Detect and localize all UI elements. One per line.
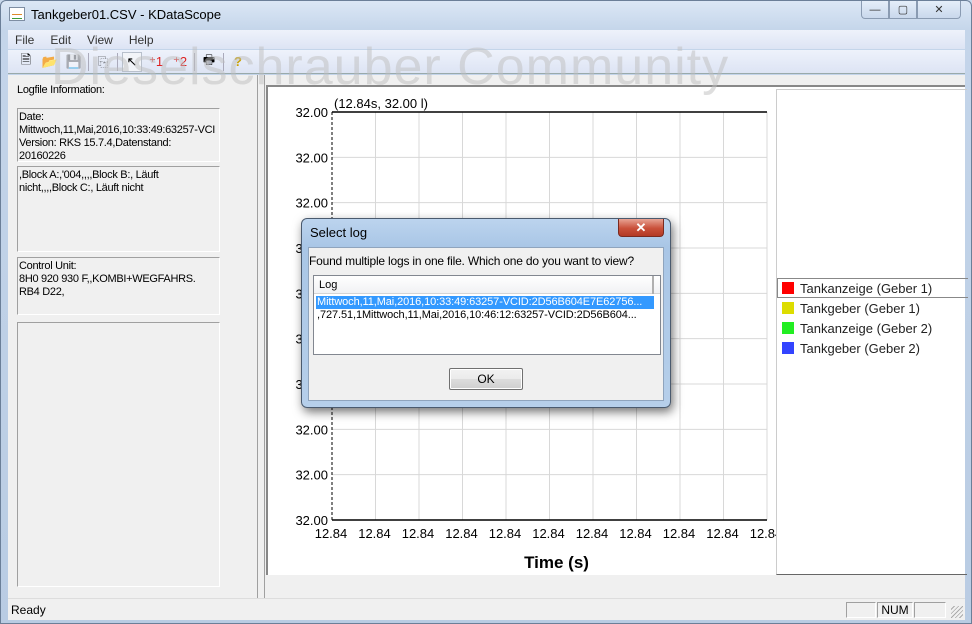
toolbar-separator — [117, 52, 118, 71]
cursor-1-icon: ⁺1 — [148, 53, 164, 69]
legend-swatch — [782, 342, 794, 354]
control-unit-box: Control Unit: 8H0 920 930 F,,KOMBI+WEGFA… — [17, 257, 220, 315]
new-icon: 🗎 — [20, 51, 32, 67]
open-icon: 📂 — [41, 53, 59, 69]
x-tick-label: 12.84 — [402, 526, 435, 541]
x-tick-label: 12.84 — [576, 526, 609, 541]
save-icon: 💾 — [65, 53, 83, 69]
maximize-button[interactable]: ▢ — [889, 1, 917, 19]
y-tick-label: 32.00 — [295, 150, 328, 165]
legend-swatch — [782, 322, 794, 334]
help-icon: ? — [234, 54, 242, 69]
toolbar-separator — [194, 52, 195, 71]
cursor-2-button[interactable]: ⁺2 — [170, 52, 190, 72]
blocks-info-box: ,Block A:,'004,,,,Block B:, Läuft nicht,… — [17, 166, 220, 252]
legend-swatch — [782, 282, 794, 294]
log-list-header: Log — [314, 276, 660, 294]
copy-icon: ⎘ — [97, 53, 109, 69]
x-tick-label: 12.84 — [358, 526, 391, 541]
panel-splitter[interactable] — [257, 75, 265, 598]
new-button[interactable]: 🗎 — [16, 52, 36, 72]
close-icon: ✕ — [635, 219, 647, 235]
y-tick-label: 32.00 — [295, 468, 328, 483]
legend-label: Tankanzeige (Geber 1) — [800, 280, 933, 296]
toolbar-separator — [88, 52, 89, 71]
app-icon — [9, 7, 25, 21]
menu-file[interactable]: File — [15, 33, 34, 47]
log-list[interactable]: Log Mittwoch,11,Mai,2016,10:33:49:63257-… — [313, 275, 661, 355]
dialog-message: Found multiple logs in one file. Which o… — [309, 254, 634, 268]
x-tick-label: 12.84 — [663, 526, 696, 541]
menu-bar: File Edit View Help — [8, 30, 965, 49]
cursor-1-button[interactable]: ⁺1 — [146, 52, 166, 72]
menu-help[interactable]: Help — [129, 33, 154, 47]
cursor-2-icon: ⁺2 — [172, 53, 188, 69]
x-tick-label: 12.84 — [489, 526, 522, 541]
maximize-icon: ▢ — [897, 4, 909, 16]
log-list-item[interactable]: ,727.51,1Mittwoch,11,Mai,2016,10:46:12:6… — [316, 309, 654, 322]
legend-label: Tankgeber (Geber 2) — [800, 340, 920, 356]
pointer-icon: ↖ — [126, 53, 138, 69]
y-tick-label: 32.00 — [295, 105, 328, 120]
log-list-item[interactable]: Mittwoch,11,Mai,2016,10:33:49:63257-VCID… — [316, 296, 654, 309]
title-bar[interactable]: Tankgeber01.CSV - KDataScope — ▢ ✕ — [1, 1, 971, 29]
column-header-log[interactable]: Log — [314, 276, 654, 294]
logfile-info-label: Logfile Information: — [17, 84, 105, 96]
menu-edit[interactable]: Edit — [50, 33, 71, 47]
legend-item[interactable]: Tankgeber (Geber 2) — [782, 338, 968, 358]
status-pane-scroll — [914, 602, 946, 618]
x-tick-label: 12.84 — [750, 526, 776, 541]
logfile-info-panel: Logfile Information: Date: Mittwoch,11,M… — [8, 75, 258, 598]
menu-view[interactable]: View — [87, 33, 113, 47]
dialog-body: Found multiple logs in one file. Which o… — [308, 247, 664, 401]
select-log-dialog: Select log ✕ Found multiple logs in one … — [301, 218, 671, 408]
close-button[interactable]: ✕ — [917, 1, 961, 19]
minimize-icon: — — [869, 3, 881, 16]
cursor-readout: (12.84s, 32.00 l) — [334, 96, 428, 111]
x-tick-label: 12.84 — [315, 526, 348, 541]
x-tick-label: 12.84 — [706, 526, 739, 541]
pointer-button[interactable]: ↖ — [122, 51, 142, 72]
legend-swatch — [782, 302, 794, 314]
legend-item[interactable]: Tankanzeige (Geber 2) — [782, 318, 968, 338]
status-text: Ready — [11, 603, 46, 617]
toolbar-separator — [223, 52, 224, 71]
legend-item[interactable]: Tankanzeige (Geber 1) — [777, 278, 968, 298]
print-icon: 🖶 — [202, 51, 216, 67]
legend-label: Tankanzeige (Geber 2) — [800, 320, 933, 336]
legend: Tankanzeige (Geber 1) Tankgeber (Geber 1)… — [776, 89, 968, 575]
x-tick-label: 12.84 — [445, 526, 478, 541]
print-button[interactable]: 🖶 — [199, 52, 219, 72]
extra-info-box — [17, 322, 220, 587]
dialog-close-button[interactable]: ✕ — [618, 219, 664, 237]
toolbar: 🗎 📂 💾 ⎘ ↖ ⁺1 ⁺2 🖶 ? — [8, 50, 965, 74]
help-button[interactable]: ? — [228, 52, 248, 72]
status-bar: Ready NUM — [8, 598, 965, 620]
copy-button[interactable]: ⎘ — [93, 52, 113, 72]
y-tick-label: 32.00 — [295, 422, 328, 437]
ok-button[interactable]: OK — [449, 368, 523, 390]
minimize-button[interactable]: — — [861, 1, 889, 19]
status-pane-caps — [846, 602, 876, 618]
close-icon: ✕ — [934, 4, 944, 16]
save-button[interactable]: 💾 — [64, 52, 84, 72]
legend-label: Tankgeber (Geber 1) — [800, 300, 920, 316]
legend-item[interactable]: Tankgeber (Geber 1) — [782, 298, 968, 318]
x-tick-label: 12.84 — [532, 526, 565, 541]
window-title: Tankgeber01.CSV - KDataScope — [31, 7, 222, 22]
x-axis-label: Time (s) — [524, 553, 589, 572]
dialog-title: Select log — [310, 225, 368, 240]
y-tick-label: 32.00 — [295, 196, 328, 211]
resize-grip[interactable] — [951, 606, 963, 618]
x-tick-label: 12.84 — [619, 526, 652, 541]
date-info-box: Date: Mittwoch,11,Mai,2016,10:33:49:6325… — [17, 108, 220, 162]
open-button[interactable]: 📂 — [40, 52, 60, 72]
status-pane-num: NUM — [877, 602, 913, 618]
